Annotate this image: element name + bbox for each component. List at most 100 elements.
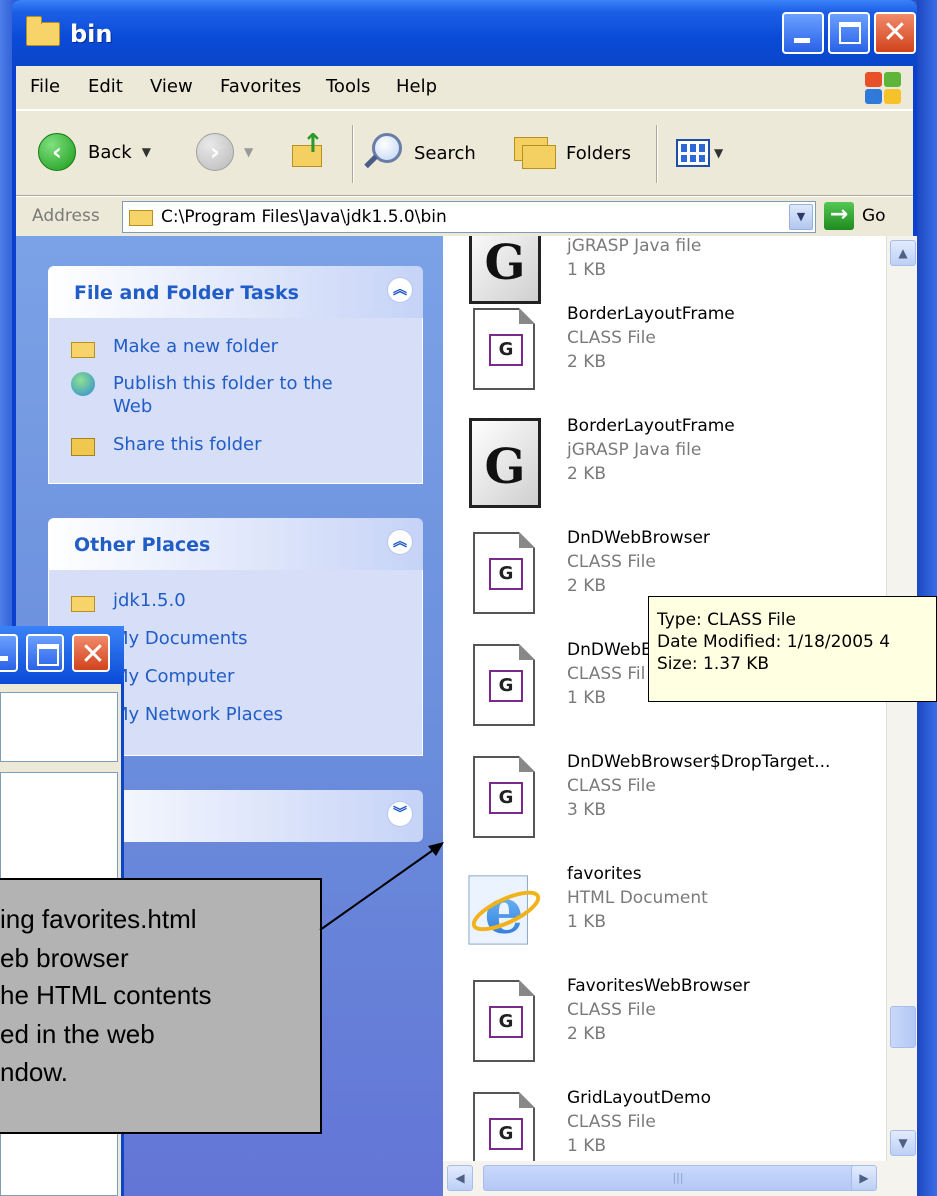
- new-folder-icon: [71, 336, 97, 360]
- maximize-icon: [839, 22, 861, 44]
- file-name: favorites: [567, 864, 642, 884]
- file-type: CLASS Fil: [567, 664, 646, 684]
- views-icon: [676, 139, 710, 167]
- scroll-right-button[interactable]: ▶: [851, 1165, 877, 1191]
- address-input[interactable]: C:\Program Files\Java\jdk1.5.0\bin ▼: [122, 201, 816, 233]
- folder-icon: [71, 590, 97, 614]
- close-icon: ✕: [80, 637, 106, 672]
- file-type: jGRASP Java file: [567, 236, 702, 256]
- minimize-icon: [794, 38, 810, 43]
- minimize-icon: [0, 656, 8, 661]
- title-bar[interactable]: bin ✕: [12, 0, 917, 66]
- up-folder-button[interactable]: ↑: [288, 131, 328, 173]
- folders-button[interactable]: Folders: [512, 133, 631, 173]
- file-item[interactable]: e favorites HTML Document 1 KB: [463, 862, 883, 972]
- jgrasp-icon: G: [463, 414, 543, 510]
- file-name: DnDWebB: [567, 640, 653, 660]
- file-name: BorderLayoutFrame: [567, 304, 735, 324]
- menu-edit[interactable]: Edit: [88, 76, 123, 97]
- callout-line: eb browser: [0, 943, 129, 973]
- place-my-network-label: My Network Places: [113, 704, 284, 725]
- file-name: GridLayoutDemo: [567, 1088, 711, 1108]
- menu-favorites[interactable]: Favorites: [220, 76, 301, 97]
- menu-tools[interactable]: Tools: [326, 76, 370, 97]
- search-label: Search: [414, 142, 476, 164]
- back-button[interactable]: ‹ Back ▼: [38, 133, 151, 171]
- menu-help[interactable]: Help: [396, 76, 437, 97]
- back-label: Back: [88, 141, 132, 163]
- forward-button[interactable]: › ▼: [196, 133, 253, 171]
- place-my-documents-label: My Documents: [113, 628, 248, 649]
- class-file-icon: G: [463, 638, 543, 734]
- address-bar: Address C:\Program Files\Java\jdk1.5.0\b…: [16, 196, 913, 236]
- horizontal-scroll-thumb[interactable]: |||: [483, 1165, 873, 1191]
- annotation-callout: ing favorites.html eb browser he HTML co…: [0, 878, 322, 1134]
- search-button[interactable]: Search: [362, 131, 476, 175]
- file-item[interactable]: G BorderLayoutFrame CLASS File 2 KB: [463, 302, 883, 412]
- close-button[interactable]: ✕: [72, 634, 110, 672]
- folders-icon: [512, 133, 558, 173]
- address-dropdown-button[interactable]: ▼: [789, 204, 813, 230]
- share-folder-icon: [71, 434, 97, 458]
- place-jdk-link[interactable]: jdk1.5.0: [71, 590, 186, 614]
- collapse-chevron-icon[interactable]: ︽: [387, 529, 413, 555]
- file-size: 2 KB: [567, 1024, 607, 1044]
- menu-bar: File Edit View Favorites Tools Help: [16, 66, 913, 110]
- make-new-folder-label: Make a new folder: [113, 336, 279, 357]
- close-icon: ✕: [882, 15, 908, 50]
- scroll-down-button[interactable]: ▼: [890, 1130, 916, 1156]
- address-label: Address: [32, 206, 100, 226]
- views-dropdown-icon: ▼: [714, 146, 724, 160]
- minimize-button[interactable]: [0, 634, 18, 672]
- minimize-button[interactable]: [782, 12, 824, 54]
- background-window-title-bar[interactable]: ✕: [0, 626, 124, 684]
- scroll-up-button[interactable]: ▲: [890, 240, 916, 266]
- maximize-button[interactable]: [26, 634, 64, 672]
- menu-view[interactable]: View: [150, 76, 193, 97]
- file-type: CLASS File: [567, 1000, 656, 1020]
- file-size: 1 KB: [567, 688, 607, 708]
- file-item[interactable]: G GridLayoutDemo CLASS File 1 KB: [463, 1086, 883, 1161]
- file-type: HTML Document: [567, 888, 708, 908]
- publish-folder-label: Publish this folder to the Web: [113, 373, 333, 417]
- toolbar-separator: [656, 125, 658, 183]
- file-size: 3 KB: [567, 800, 607, 820]
- make-new-folder-link[interactable]: Make a new folder: [71, 336, 278, 360]
- file-type: CLASS File: [567, 776, 656, 796]
- folder-icon: [129, 210, 153, 226]
- forward-dropdown-icon[interactable]: ▼: [244, 145, 253, 159]
- share-folder-link[interactable]: Share this folder: [71, 434, 261, 458]
- horizontal-scrollbar[interactable]: ◀ ||| ▶: [443, 1161, 917, 1196]
- file-size: 2 KB: [567, 576, 607, 596]
- ie-html-icon: e: [463, 862, 543, 958]
- maximize-button[interactable]: [828, 12, 870, 54]
- file-name: BorderLayoutFrame: [567, 416, 735, 436]
- views-button[interactable]: ▼: [676, 139, 723, 167]
- menu-file[interactable]: File: [30, 76, 60, 97]
- callout-line: ing favorites.html: [0, 904, 197, 934]
- scroll-left-button[interactable]: ◀: [447, 1165, 473, 1191]
- other-places-header[interactable]: Other Places ︽: [48, 518, 423, 570]
- expand-chevron-icon[interactable]: ︾: [387, 801, 413, 827]
- back-dropdown-icon[interactable]: ▼: [142, 145, 151, 159]
- file-size: 1 KB: [567, 1136, 607, 1156]
- place-jdk-label: jdk1.5.0: [113, 590, 186, 611]
- background-window-url-field[interactable]: [0, 692, 118, 762]
- class-file-icon: G: [463, 526, 543, 622]
- file-item[interactable]: G FavoritesWebBrowser CLASS File 2 KB: [463, 974, 883, 1084]
- callout-line: ndow.: [0, 1057, 68, 1087]
- file-folder-tasks-header[interactable]: File and Folder Tasks ︽: [48, 266, 423, 318]
- publish-folder-link[interactable]: Publish this folder to the Web: [71, 372, 371, 418]
- svg-text:e: e: [484, 873, 524, 947]
- scroll-thumb[interactable]: [890, 1006, 916, 1048]
- file-item[interactable]: G DnDWebBrowser$DropTarget... CLASS File…: [463, 750, 883, 860]
- close-button[interactable]: ✕: [874, 12, 916, 54]
- file-name: FavoritesWebBrowser: [567, 976, 750, 996]
- back-arrow-icon: ‹: [38, 133, 76, 171]
- class-file-icon: G: [463, 302, 543, 398]
- file-item[interactable]: G BorderLayoutFrame jGRASP Java file 2 K…: [463, 414, 883, 524]
- go-button[interactable]: → Go: [824, 202, 886, 230]
- other-places-title: Other Places: [74, 534, 211, 556]
- collapse-chevron-icon[interactable]: ︽: [387, 277, 413, 303]
- publish-web-icon: [71, 372, 97, 396]
